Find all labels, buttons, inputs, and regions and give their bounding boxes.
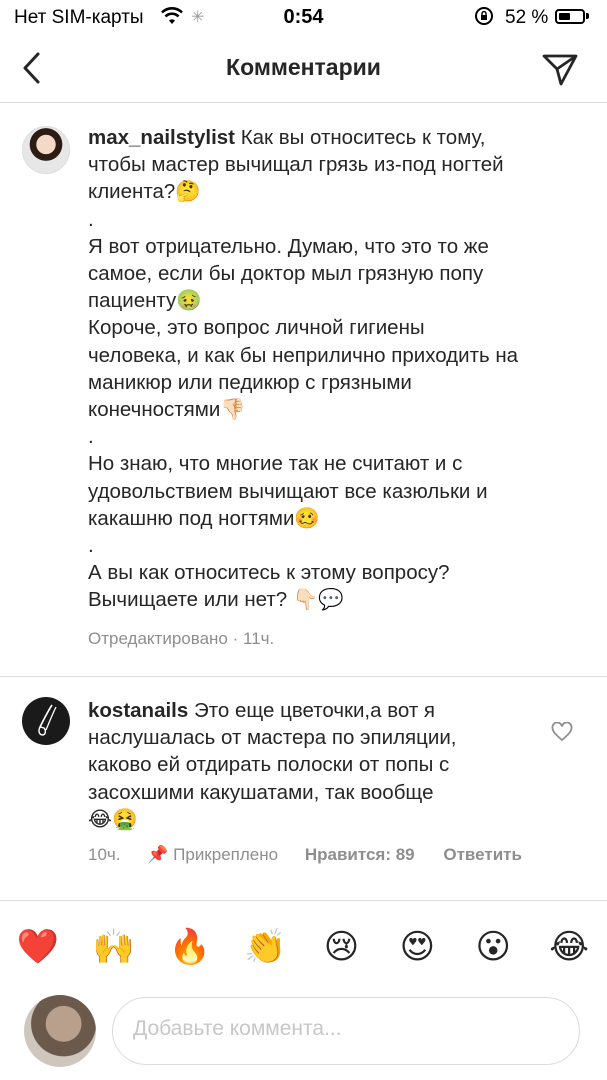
comment-time: 11ч. [243, 629, 275, 648]
comment-composer [0, 990, 607, 1080]
likes-count[interactable]: Нравится: 89 [305, 845, 415, 864]
comment-meta: 10ч. 📌 Прикреплено Нравится: 89 Ответить [88, 845, 588, 865]
paper-plane-icon[interactable] [540, 50, 580, 88]
comment-meta: Отредактировано · 11ч. [88, 629, 275, 648]
pinned-label: Прикреплено [173, 845, 279, 864]
reply-button[interactable]: Ответить [443, 845, 522, 864]
comment-username[interactable]: max_nailstylist [88, 126, 235, 149]
my-avatar [24, 995, 96, 1067]
comment-text: kostanails Это еще цветочки,а вот я насл… [88, 697, 538, 833]
pin-icon: 📌 [147, 845, 169, 864]
avatar[interactable] [22, 697, 70, 745]
surprised-emoji-button[interactable]: 😮 [463, 927, 523, 967]
status-bar: Нет SIM-карты ✳ 0:54 52 % [0, 0, 607, 36]
page-title: Комментарии [226, 54, 381, 80]
heart-eyes-emoji-button[interactable]: 😍 [387, 927, 447, 967]
nail-logo-icon [38, 704, 57, 736]
rotation-lock-icon [475, 7, 493, 25]
clap-emoji-button[interactable]: 👏 [236, 927, 296, 967]
battery-percent: 52 % [505, 7, 549, 28]
heart-outline-icon[interactable] [551, 722, 573, 742]
laughing-emoji-button[interactable]: 😂 [539, 927, 599, 967]
battery-icon [555, 9, 585, 24]
edited-label: Отредактировано [88, 629, 228, 648]
comment-input-container[interactable] [112, 997, 580, 1065]
caption-comment: max_nailstylist Как вы относитесь к тому… [0, 102, 607, 662]
header: Комментарии [0, 36, 607, 103]
comment-item: kostanails Это еще цветочки,а вот я насл… [0, 677, 607, 877]
comment-time: 10ч. [88, 845, 121, 864]
raised-hands-emoji-button[interactable]: 🙌 [84, 927, 144, 967]
crying-emoji-button[interactable]: 😢 [311, 927, 371, 967]
comment-input[interactable] [131, 1016, 555, 1042]
comment-text: max_nailstylist Как вы относитесь к тому… [88, 124, 588, 614]
heart-emoji-button[interactable]: ❤️ [8, 927, 68, 967]
comment-body: Как вы относитесь к тому, чтобы мастер в… [88, 126, 519, 612]
fire-emoji-button[interactable]: 🔥 [160, 927, 220, 967]
comment-username[interactable]: kostanails [88, 699, 188, 722]
quick-reactions-bar: ❤️ 🙌 🔥 👏 😢 😍 😮 😂 [0, 922, 607, 972]
divider [0, 900, 607, 901]
avatar[interactable] [22, 126, 70, 174]
battery-tip [586, 13, 589, 19]
